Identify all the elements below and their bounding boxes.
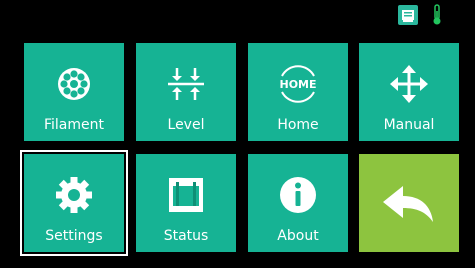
home-button[interactable]: HOME Home	[248, 43, 348, 141]
level-arrows-icon	[164, 62, 208, 106]
manual-button[interactable]: Manual	[359, 43, 459, 141]
home-icon: HOME	[276, 62, 320, 106]
back-arrow-icon	[379, 180, 439, 228]
settings-button[interactable]: Settings	[20, 150, 128, 256]
back-button[interactable]	[359, 154, 459, 252]
sd-card-icon	[398, 5, 418, 25]
filament-label: Filament	[43, 117, 104, 133]
filament-button[interactable]: Filament	[24, 43, 124, 141]
printer-touchscreen: Filament Level HOME Home Manual Settings…	[0, 0, 475, 268]
gear-icon	[52, 173, 96, 217]
status-bar	[0, 0, 475, 30]
about-label: About	[277, 228, 319, 244]
home-icon-text: HOME	[279, 78, 316, 91]
home-label: Home	[277, 117, 319, 133]
settings-label: Settings	[45, 228, 103, 244]
level-label: Level	[167, 117, 205, 133]
status-button[interactable]: Status	[136, 154, 236, 252]
thermometer-icon	[430, 4, 444, 26]
filament-spool-icon	[52, 62, 96, 106]
level-button[interactable]: Level	[136, 43, 236, 141]
info-icon	[276, 173, 320, 217]
manual-label: Manual	[383, 117, 435, 133]
about-button[interactable]: About	[248, 154, 348, 252]
printer-status-icon	[164, 173, 208, 217]
move-arrows-icon	[387, 62, 431, 106]
status-label: Status	[163, 228, 209, 244]
